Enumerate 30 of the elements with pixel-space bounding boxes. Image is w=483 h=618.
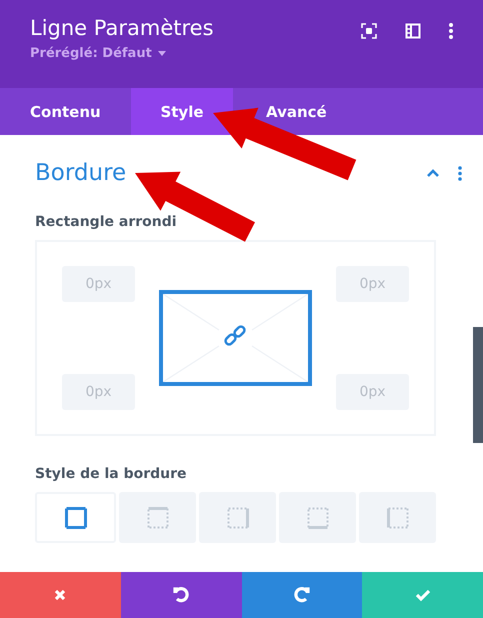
- more-icon[interactable]: [458, 166, 462, 180]
- redo-button[interactable]: [242, 572, 362, 618]
- border-top-icon: [146, 506, 168, 528]
- collapse-icon[interactable]: [426, 168, 440, 178]
- scrollbar[interactable]: [473, 327, 483, 443]
- tab[interactable]: Avancé: [266, 88, 327, 135]
- corner-radius-field[interactable]: 0px: [336, 374, 409, 410]
- border-left-icon: [386, 506, 408, 528]
- border-bottom-icon: [306, 506, 328, 528]
- border-right-icon: [226, 506, 248, 528]
- fullscreen-icon[interactable]: [361, 23, 377, 39]
- layout-icon[interactable]: [405, 23, 421, 39]
- undo-button[interactable]: [120, 572, 242, 618]
- corner-radius-field[interactable]: 0px: [62, 374, 135, 410]
- caret-icon: [158, 51, 166, 56]
- preset-dropdown[interactable]: Préréglé: Défaut: [30, 46, 214, 61]
- tab[interactable]: Contenu: [30, 88, 131, 135]
- link-icon[interactable]: [222, 324, 248, 348]
- border-side-option[interactable]: [35, 492, 116, 543]
- panel-title: Ligne Paramètres: [30, 16, 214, 40]
- tab[interactable]: Style: [131, 88, 233, 135]
- border-all-icon: [64, 506, 86, 528]
- field-label: Style de la bordure: [35, 466, 188, 482]
- redo-icon: [292, 586, 311, 604]
- undo-icon: [172, 586, 190, 604]
- more-icon[interactable]: [449, 23, 453, 39]
- field-label: Rectangle arrondi: [35, 214, 178, 230]
- corner-radius-field[interactable]: 0px: [62, 266, 135, 302]
- corner-radius-field[interactable]: 0px: [336, 266, 409, 302]
- section-title[interactable]: Bordure: [35, 160, 126, 186]
